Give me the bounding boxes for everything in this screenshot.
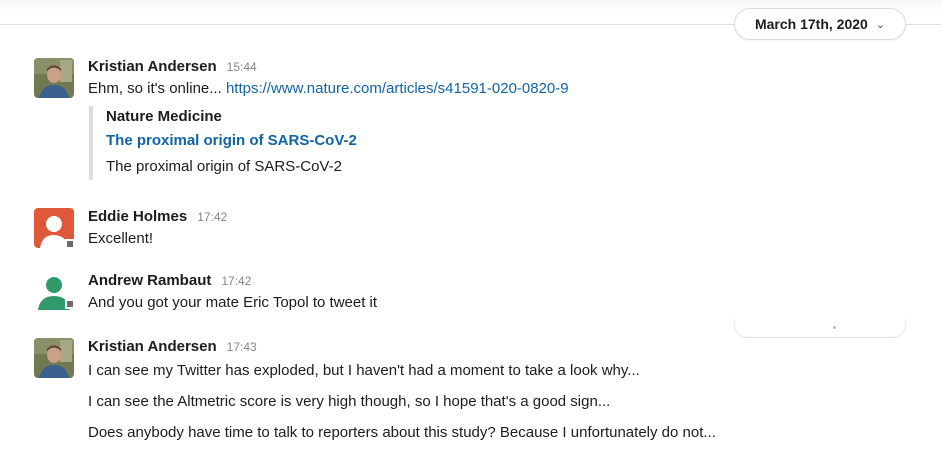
message-text: I can see my Twitter has exploded, but I… [88, 362, 640, 379]
message-text: I can see the Altmetric score is very hi… [88, 393, 611, 410]
faint-pill [734, 318, 906, 338]
date-label: March 17th, 2020 [754, 16, 868, 32]
message-timestamp[interactable]: 17:42 [221, 274, 251, 288]
message-text: Ehm, so it's online... https://www.natur… [88, 78, 908, 100]
message-author[interactable]: Kristian Andersen [88, 338, 217, 355]
preview-description: The proximal origin of SARS-CoV-2 [106, 158, 342, 175]
message-text-prefix: Ehm, so it's online... [88, 80, 222, 97]
message-link[interactable]: https://www.nature.com/articles/s41591-0… [226, 80, 569, 97]
link-preview: Nature Medicine The proximal origin of S… [89, 106, 908, 180]
message-text: Excellent! [88, 230, 154, 247]
status-indicator [65, 239, 75, 249]
message-author[interactable]: Eddie Holmes [88, 208, 187, 225]
photo-avatar[interactable] [34, 58, 74, 98]
message-text: Does anybody have time to talk to report… [88, 424, 716, 441]
message-author[interactable]: Andrew Rambaut [88, 272, 211, 289]
message-timestamp[interactable]: 17:43 [227, 340, 257, 354]
photo-avatar[interactable] [34, 338, 74, 378]
status-indicator [65, 299, 75, 309]
chevron-down-icon: ⌄ [875, 18, 886, 31]
preview-source: Nature Medicine [106, 108, 222, 125]
date-divider-button[interactable]: March 17th, 2020 ⌄ [734, 8, 906, 40]
message-author[interactable]: Kristian Andersen [88, 58, 217, 75]
message-timestamp[interactable]: 15:44 [227, 60, 257, 74]
message-timestamp[interactable]: 17:42 [197, 210, 227, 224]
preview-title-link[interactable]: The proximal origin of SARS-CoV-2 [106, 128, 908, 154]
message-text: And you got your mate Eric Topol to twee… [88, 294, 378, 311]
